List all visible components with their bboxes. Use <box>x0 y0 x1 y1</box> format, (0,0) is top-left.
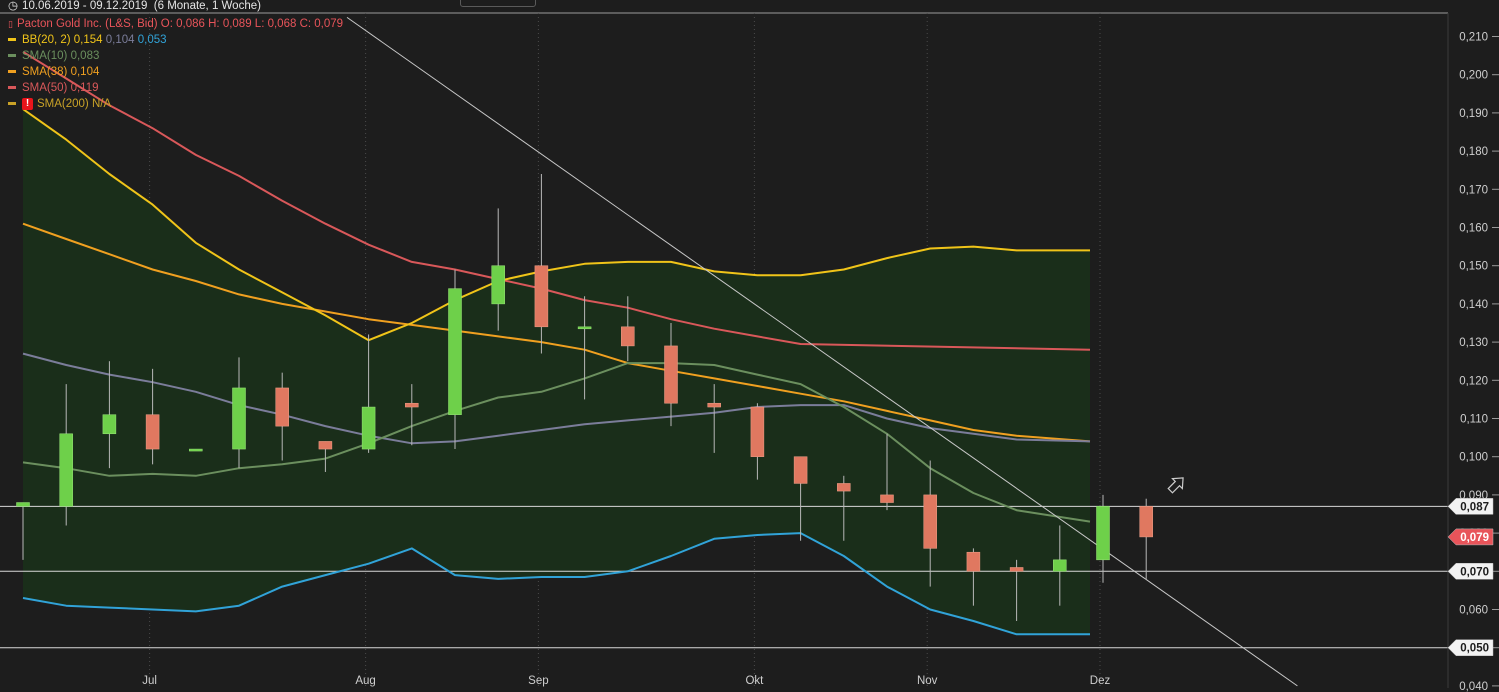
sma38-swatch <box>8 70 16 74</box>
close-label: C: <box>299 18 312 30</box>
y-tick-label: 0,040 <box>1459 681 1488 692</box>
high-value: 0,089 <box>222 18 252 30</box>
sma10-name: SMA(10) <box>22 50 68 62</box>
sma10-value: 0,083 <box>70 50 100 62</box>
period-text: (6 Monate, 1 Woche) <box>153 0 261 12</box>
y-tick-label: 0,170 <box>1459 184 1488 196</box>
sma200-value: N/A <box>91 98 112 110</box>
sma50-value: 0,119 <box>70 82 99 94</box>
y-tick-label: 0,160 <box>1459 223 1488 235</box>
open-value: 0,086 <box>176 18 205 30</box>
y-tick-label: 0,120 <box>1459 375 1488 387</box>
warning-icon: ! <box>22 97 33 110</box>
sma200-name: SMA(200) <box>37 98 89 110</box>
candle-body <box>145 414 160 450</box>
candle-body <box>189 448 203 452</box>
candle-body <box>318 441 333 450</box>
bb-upper-value: 0,154 <box>73 34 103 46</box>
candle-body <box>405 402 419 408</box>
y-tick-label: 0,200 <box>1459 70 1488 82</box>
candle-body <box>923 494 937 549</box>
candle-body <box>448 288 462 415</box>
candle-body <box>491 265 505 305</box>
legend-sma200[interactable]: ! SMA(200) N/A <box>8 96 343 112</box>
sma200-swatch <box>8 102 16 106</box>
candle-body <box>621 326 635 347</box>
chart-header: ◷ 10.06.2019 - 09.12.2019 (6 Monate, 1 Wo… <box>0 0 1499 13</box>
candle-body <box>232 387 246 450</box>
x-tick-label: Jul <box>142 675 157 687</box>
instrument-name: Pacton Gold Inc. (L&S, Bid) <box>16 18 158 30</box>
hline-price-label: 0,087 <box>1447 498 1494 515</box>
x-tick-label: Nov <box>917 675 938 687</box>
bb-mid-value: 0,104 <box>105 34 135 46</box>
open-label: O: <box>160 18 173 30</box>
sma38-name: SMA(38) <box>22 66 68 78</box>
last-price-label-text: 0,079 <box>1460 532 1489 544</box>
candle-body <box>102 414 117 435</box>
y-tick-label: 0,060 <box>1459 605 1488 617</box>
hline-price-label: 0,050 <box>1447 639 1494 656</box>
high-label: H: <box>208 18 220 30</box>
candle-body <box>880 494 894 503</box>
legend-instrument[interactable]: ▯ Pacton Gold Inc. (L&S, Bid) O: 0,086 H:… <box>8 16 343 32</box>
candle-body <box>275 387 289 427</box>
last-price-label: 0,079 <box>1447 528 1494 546</box>
clock-icon: ◷ <box>8 0 19 12</box>
y-tick-label: 0,140 <box>1459 299 1488 311</box>
candle-body <box>664 345 678 404</box>
y-tick-label: 0,180 <box>1459 146 1488 158</box>
y-tick-label: 0,100 <box>1459 452 1488 464</box>
hline-price-label-text: 0,070 <box>1460 566 1489 578</box>
legend-bb[interactable]: BB(20, 2) 0,154 0,104 0,053 <box>8 32 343 48</box>
candle-body <box>1053 559 1067 572</box>
bb-lower-value: 0,053 <box>137 34 167 46</box>
legend-sma10[interactable]: SMA(10) 0,083 <box>8 48 343 64</box>
date-range: 10.06.2019 - 09.12.2019 <box>22 0 148 12</box>
x-tick-label: Sep <box>528 675 548 687</box>
candle-body <box>837 483 851 492</box>
candle-body <box>1096 506 1110 561</box>
candle-body <box>966 551 981 572</box>
hline-price-label-text: 0,050 <box>1460 643 1489 655</box>
candle-body <box>577 326 592 330</box>
legend-sma38[interactable]: SMA(38) 0,104 <box>8 64 343 80</box>
x-tick-label: Okt <box>745 675 764 687</box>
y-tick-label: 0,210 <box>1459 32 1488 44</box>
candle-body <box>1139 506 1153 538</box>
sma38-value: 0,104 <box>70 66 100 78</box>
low-label: L: <box>254 18 265 30</box>
candle-body <box>1009 567 1024 572</box>
candle-body <box>534 265 549 328</box>
y-tick-label: 0,110 <box>1460 414 1488 426</box>
x-tick-label: Dez <box>1090 675 1111 687</box>
low-value: 0,068 <box>267 18 297 30</box>
y-tick-label: 0,150 <box>1459 261 1488 273</box>
sma50-name: SMA(50) <box>22 82 68 94</box>
y-tick-label: 0,130 <box>1459 337 1488 349</box>
candle-body <box>59 433 73 507</box>
legend-sma50[interactable]: SMA(50) 0,119 <box>8 80 343 96</box>
candle-body <box>16 502 30 507</box>
y-tick-label: 0,190 <box>1459 108 1488 120</box>
chart-legend: ▯ Pacton Gold Inc. (L&S, Bid) O: 0,086 H:… <box>8 16 343 112</box>
x-tick-label: Aug <box>355 675 375 687</box>
bb-swatch <box>8 38 16 42</box>
candle-icon: ▯ <box>8 19 13 29</box>
close-value: 0,079 <box>314 18 344 30</box>
candle-body <box>707 402 721 408</box>
bb-name: BB(20, 2) <box>22 34 71 46</box>
candle-body <box>750 406 765 457</box>
sma10-swatch <box>8 54 16 58</box>
hline-price-label-text: 0,087 <box>1460 501 1489 513</box>
candle-body <box>361 406 376 450</box>
sma50-swatch <box>8 86 16 90</box>
candle-body <box>793 456 808 484</box>
hline-price-label: 0,070 <box>1447 563 1494 580</box>
